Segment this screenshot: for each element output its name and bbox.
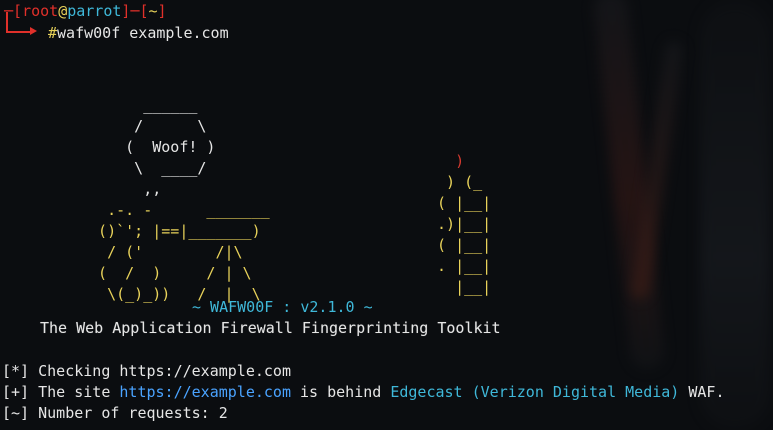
site-url-link[interactable]: https://example.com [119, 383, 291, 401]
art-line: / \ [80, 117, 207, 135]
art-line: ( |__| [428, 194, 492, 212]
art-line: / (' /|\ [80, 243, 243, 261]
output-text: Checking https://example.com [38, 362, 291, 380]
version-line: ~ WAFW00F : v2.1.0 ~ [192, 298, 373, 316]
art-line: ) (_ [428, 173, 483, 191]
art-line: ( Woof! ) [80, 138, 216, 156]
prompt-host: parrot [67, 2, 122, 20]
art-line: ______ [80, 96, 198, 114]
output-requests: [~] Number of requests: 2 [2, 404, 228, 422]
prompt-bracket: ─[ [4, 2, 23, 20]
art-line: . |__| [428, 257, 492, 275]
art-line: .)|__| [428, 215, 492, 233]
prompt-user: root [22, 2, 59, 20]
prompt-at: @ [58, 2, 68, 20]
wallpaper-streak [700, 0, 770, 430]
prompt-bracket: ]─[ [121, 2, 149, 20]
command-text: wafw00f example.com [57, 24, 229, 42]
dog-ascii-art-body: .-. - _______ ()`'; |==|_______) / (' /|… [80, 179, 270, 305]
output-found: [+] The site https://example.com is behi… [2, 383, 724, 401]
tagline: The Web Application Firewall Fingerprint… [40, 319, 501, 337]
art-line: |__| [428, 278, 492, 296]
output-checking: [*] Checking https://example.com [2, 362, 291, 380]
output-text: The site [38, 383, 111, 401]
prompt-line: ─[root@parrot]─[~] [4, 2, 167, 20]
art-line: .-. - _______ [80, 201, 270, 219]
prompt-symbol: # [48, 24, 58, 42]
art-line: ) [428, 152, 465, 170]
art-line: ()`'; |==|_______) [80, 222, 261, 240]
prompt-connector [6, 31, 32, 33]
art-line: \ ____/ [80, 159, 207, 177]
tower-ascii-art: ) ) (_ ( |__| .)|__| ( |__| . |__| |__| [428, 130, 491, 298]
status-prefix: [*] [2, 362, 30, 380]
status-prefix: [~] [2, 404, 30, 422]
output-text: is behind [300, 383, 382, 401]
art-line: ( / ) / | \ [80, 264, 252, 282]
prompt-path: ~ [148, 2, 158, 20]
waf-name: Edgecast (Verizon Digital Media) [390, 383, 680, 401]
prompt-bracket: ] [157, 2, 167, 20]
output-text: Number of requests: 2 [38, 404, 228, 422]
status-prefix: [+] [2, 383, 30, 401]
prompt-arrow-icon [30, 27, 37, 35]
art-line: ( |__| [428, 236, 492, 254]
output-text: WAF. [688, 383, 725, 401]
command-line[interactable]: #wafw00f example.com [48, 24, 229, 42]
